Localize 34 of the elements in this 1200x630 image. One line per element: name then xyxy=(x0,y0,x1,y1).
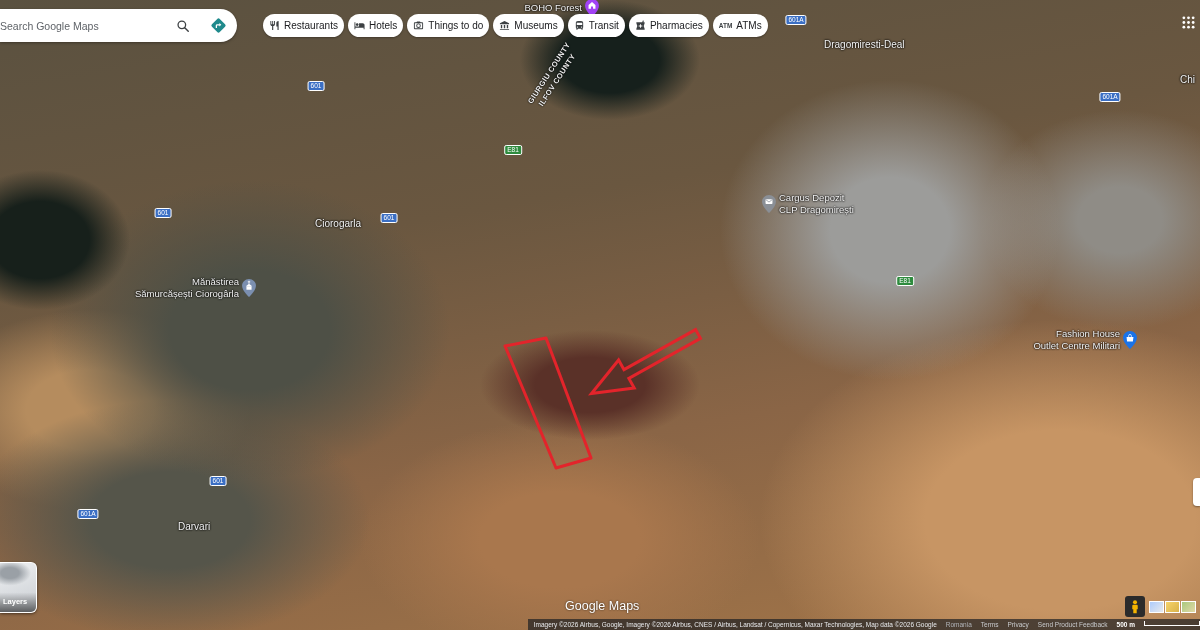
scale-bar xyxy=(1144,621,1200,626)
shopping-bag-pin-icon[interactable] xyxy=(1123,331,1137,349)
apps-grid-icon[interactable] xyxy=(1182,16,1195,29)
church-pin-icon[interactable] xyxy=(242,279,256,297)
map-type-tile[interactable] xyxy=(1165,600,1180,613)
search-icon[interactable] xyxy=(176,18,190,33)
place-label: Mănăstirea Sămurcășești Ciorogârla xyxy=(135,276,239,300)
street-view-button[interactable] xyxy=(1125,596,1145,617)
town-label: Ciorogarla xyxy=(315,218,362,230)
bus-icon xyxy=(573,20,585,31)
category-chip[interactable]: Museums xyxy=(493,14,564,37)
category-chip[interactable]: Things to do xyxy=(407,14,490,37)
envelope-pin-icon[interactable] xyxy=(762,195,776,213)
town-label: Darvari xyxy=(178,521,211,533)
search-field[interactable]: Search Google Maps xyxy=(0,17,166,34)
map-type-tile[interactable] xyxy=(1149,600,1164,613)
google-maps-logo: Google Maps xyxy=(565,599,640,613)
category-chip[interactable]: Pharmacies xyxy=(628,14,709,37)
map-type-tile[interactable] xyxy=(1181,600,1196,613)
camera-icon xyxy=(413,20,425,31)
place-label: Cargus Depozit CLP Dragomirești xyxy=(779,192,854,216)
category-chip[interactable]: Hotels xyxy=(347,14,404,37)
town-label: Chi xyxy=(1180,74,1195,86)
category-chip[interactable]: Transit xyxy=(567,14,625,37)
category-chip[interactable]: Restaurants xyxy=(263,14,344,37)
place-label: BOHO Forest xyxy=(524,2,582,14)
place-label: Fashion House Outlet Centre Militari xyxy=(1033,328,1120,352)
fork-knife-icon xyxy=(269,20,280,31)
bed-icon xyxy=(353,20,365,31)
person-icon xyxy=(1131,599,1139,614)
search-bar[interactable]: Search Google Maps xyxy=(0,9,237,42)
town-label: Dragomiresti-Deal xyxy=(824,39,905,51)
pharmacy-icon xyxy=(634,20,646,31)
museum-icon xyxy=(499,20,511,31)
